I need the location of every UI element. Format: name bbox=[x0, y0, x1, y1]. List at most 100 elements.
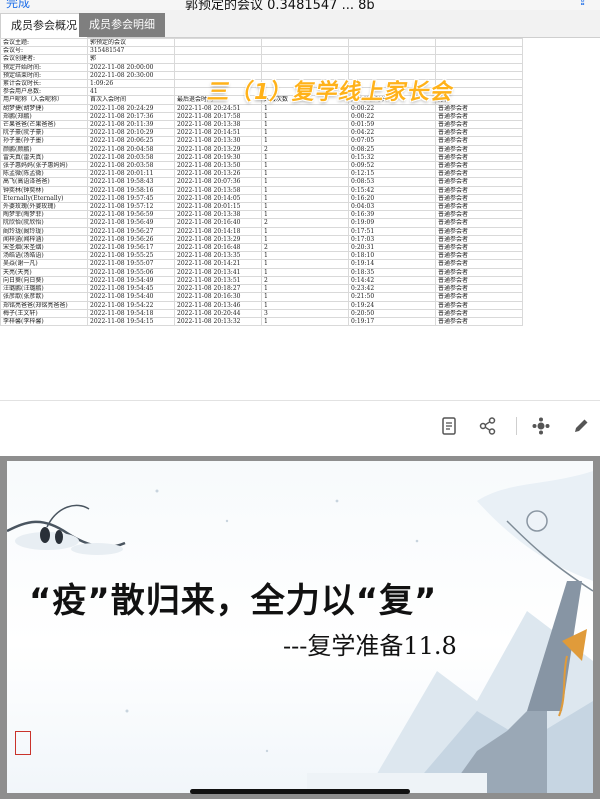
table-cell[interactable]: 2022-11-08 20:06:25 bbox=[87, 136, 175, 146]
table-cell[interactable]: 普通参会者 bbox=[435, 128, 523, 138]
table-cell[interactable]: 0:01:59 bbox=[348, 120, 436, 130]
table-cell[interactable] bbox=[348, 54, 436, 64]
table-cell[interactable]: 1 bbox=[261, 120, 349, 130]
table-cell[interactable]: 2022-11-08 19:54:45 bbox=[87, 284, 175, 294]
table-cell[interactable] bbox=[261, 37, 349, 48]
table-cell[interactable]: 1 bbox=[261, 300, 349, 310]
table-cell[interactable]: 普通参会者 bbox=[435, 120, 523, 130]
tab-attendance-detail[interactable]: 成员参会明细 bbox=[79, 13, 165, 37]
table-cell[interactable]: 普通参会者 bbox=[435, 111, 523, 122]
table-cell[interactable]: 0:21:50 bbox=[348, 292, 436, 302]
table-cell[interactable]: 0:07:05 bbox=[348, 136, 436, 146]
table-cell[interactable]: 2022-11-08 20:03:58 bbox=[87, 161, 175, 171]
table-cell[interactable]: 2022-11-08 20:19:30 bbox=[174, 152, 262, 163]
table-cell[interactable]: 0:19:17 bbox=[348, 316, 436, 327]
table-cell[interactable]: 用户昵称（入会昵称） bbox=[0, 95, 88, 105]
table-cell[interactable]: 1 bbox=[261, 251, 349, 261]
table-cell[interactable]: 2022-11-08 19:56:27 bbox=[87, 226, 175, 236]
table-cell[interactable]: 2022-11-08 20:07:36 bbox=[174, 177, 262, 187]
table-cell[interactable]: 1 bbox=[261, 177, 349, 187]
table-cell[interactable]: 1 bbox=[261, 193, 349, 204]
table-cell[interactable] bbox=[174, 46, 262, 56]
table-cell[interactable]: Eternally(Eternally) bbox=[0, 193, 88, 204]
table-cell[interactable]: 2022-11-08 20:24:29 bbox=[87, 103, 175, 113]
table-cell[interactable]: 普通参会者 bbox=[435, 185, 523, 195]
table-cell[interactable]: 1 bbox=[261, 185, 349, 195]
table-cell[interactable]: 普通参会者 bbox=[435, 292, 523, 302]
table-cell[interactable]: 2 bbox=[261, 275, 349, 286]
table-cell[interactable]: 2022-11-08 20:13:38 bbox=[174, 120, 262, 130]
table-cell[interactable]: 2022-11-08 19:54:15 bbox=[87, 316, 175, 327]
table-cell[interactable]: 梅子(王文轩) bbox=[0, 308, 88, 318]
table-cell[interactable]: 1 bbox=[261, 161, 349, 171]
table-cell[interactable]: 首次入会时间 bbox=[87, 95, 175, 105]
table-cell[interactable]: 外婆玫瑰(外婆玫瑰) bbox=[0, 202, 88, 212]
table-cell[interactable]: 0:18:35 bbox=[348, 267, 436, 277]
table-cell[interactable]: 2022-11-08 20:13:50 bbox=[174, 161, 262, 171]
table-cell[interactable]: 0:04:03 bbox=[348, 202, 436, 212]
table-cell[interactable]: 2022-11-08 20:13:35 bbox=[174, 251, 262, 261]
table-cell[interactable]: 普通参会者 bbox=[435, 243, 523, 253]
table-cell[interactable]: 会议创建者: bbox=[0, 54, 88, 64]
table-cell[interactable] bbox=[261, 62, 349, 72]
table-cell[interactable] bbox=[348, 37, 436, 48]
table-cell[interactable]: 2022-11-08 19:57:45 bbox=[87, 193, 175, 204]
table-cell[interactable]: 郑铭亮爸爸(郑铭亮爸爸) bbox=[0, 300, 88, 310]
table-cell[interactable]: 1 bbox=[261, 284, 349, 294]
table-cell[interactable]: 0:20:50 bbox=[348, 308, 436, 318]
table-cell[interactable]: 2022-11-08 20:11:39 bbox=[87, 120, 175, 130]
table-cell[interactable]: 吴焱(谢一凡) bbox=[0, 259, 88, 269]
table-cell[interactable]: 普通参会者 bbox=[435, 251, 523, 261]
table-cell[interactable]: 普通参会者 bbox=[435, 161, 523, 171]
table-cell[interactable]: 2022-11-08 20:13:58 bbox=[174, 185, 262, 195]
table-cell[interactable]: 2022-11-08 20:13:30 bbox=[174, 136, 262, 146]
table-cell[interactable]: 普通参会者 bbox=[435, 267, 523, 277]
table-cell[interactable] bbox=[174, 37, 262, 48]
table-cell[interactable]: 普通参会者 bbox=[435, 136, 523, 146]
table-cell[interactable]: 2022-11-08 19:54:49 bbox=[87, 275, 175, 286]
table-cell[interactable]: 2022-11-08 20:17:36 bbox=[87, 111, 175, 122]
table-cell[interactable]: 汪璐鹏(汪璐鹏) bbox=[0, 284, 88, 294]
table-cell[interactable]: 普通参会者 bbox=[435, 177, 523, 187]
table-cell[interactable]: 钟奕林(钟奕林) bbox=[0, 185, 88, 195]
table-cell[interactable]: 阮子豪(阮子豪) bbox=[0, 128, 88, 138]
table-cell[interactable]: 闻梓涵(闻梓涵) bbox=[0, 234, 88, 245]
table-cell[interactable]: 普通参会者 bbox=[435, 308, 523, 318]
table-cell[interactable]: 郭 bbox=[87, 54, 175, 64]
table-cell[interactable]: 1 bbox=[261, 169, 349, 179]
table-cell[interactable]: 0:16:39 bbox=[348, 210, 436, 220]
pencil-icon[interactable] bbox=[568, 413, 594, 439]
table-cell[interactable]: 1 bbox=[261, 234, 349, 245]
table-cell[interactable]: 会议主题: bbox=[0, 37, 88, 48]
table-cell[interactable]: 颜鹏(颜鹏) bbox=[0, 144, 88, 154]
table-cell[interactable]: 普通参会者 bbox=[435, 193, 523, 204]
table-cell[interactable]: 0:17:03 bbox=[348, 234, 436, 245]
table-cell[interactable]: 0:19:24 bbox=[348, 300, 436, 310]
table-cell[interactable]: 1 bbox=[261, 267, 349, 277]
table-cell[interactable]: 胡梦捷(胡梦捷) bbox=[0, 103, 88, 113]
table-cell[interactable]: 阚玲珑(阚玲珑) bbox=[0, 226, 88, 236]
table-cell[interactable] bbox=[348, 46, 436, 56]
table-cell[interactable]: 0:19:14 bbox=[348, 259, 436, 269]
table-cell[interactable]: 0:19:09 bbox=[348, 218, 436, 228]
table-cell[interactable]: 315481547 bbox=[87, 46, 175, 56]
table-cell[interactable]: 普通参会者 bbox=[435, 152, 523, 163]
table-cell[interactable]: 1 bbox=[261, 111, 349, 122]
table-cell[interactable]: 阮欣怡(阮欣怡) bbox=[0, 218, 88, 228]
table-cell[interactable]: 2022-11-08 19:56:49 bbox=[87, 218, 175, 228]
home-indicator[interactable] bbox=[190, 789, 410, 794]
table-cell[interactable]: 1 bbox=[261, 210, 349, 220]
table-cell[interactable]: 0:00:22 bbox=[348, 111, 436, 122]
table-cell[interactable]: 1 bbox=[261, 152, 349, 163]
table-cell[interactable]: 0:08:25 bbox=[348, 144, 436, 154]
table-cell[interactable] bbox=[435, 37, 523, 48]
table-cell[interactable]: 雷天真(雷天真) bbox=[0, 152, 88, 163]
table-cell[interactable]: 普通参会者 bbox=[435, 210, 523, 220]
table-cell[interactable]: 2 bbox=[261, 144, 349, 154]
table-cell[interactable]: 0:20:31 bbox=[348, 243, 436, 253]
table-cell[interactable]: 1 bbox=[261, 259, 349, 269]
table-cell[interactable]: 预定开始时间: bbox=[0, 62, 88, 72]
table-cell[interactable]: 2022-11-08 20:18:27 bbox=[174, 284, 262, 294]
table-cell[interactable]: 芒果爸爸(芒果爸爸) bbox=[0, 120, 88, 130]
table-cell[interactable]: 2022-11-08 20:14:21 bbox=[174, 259, 262, 269]
